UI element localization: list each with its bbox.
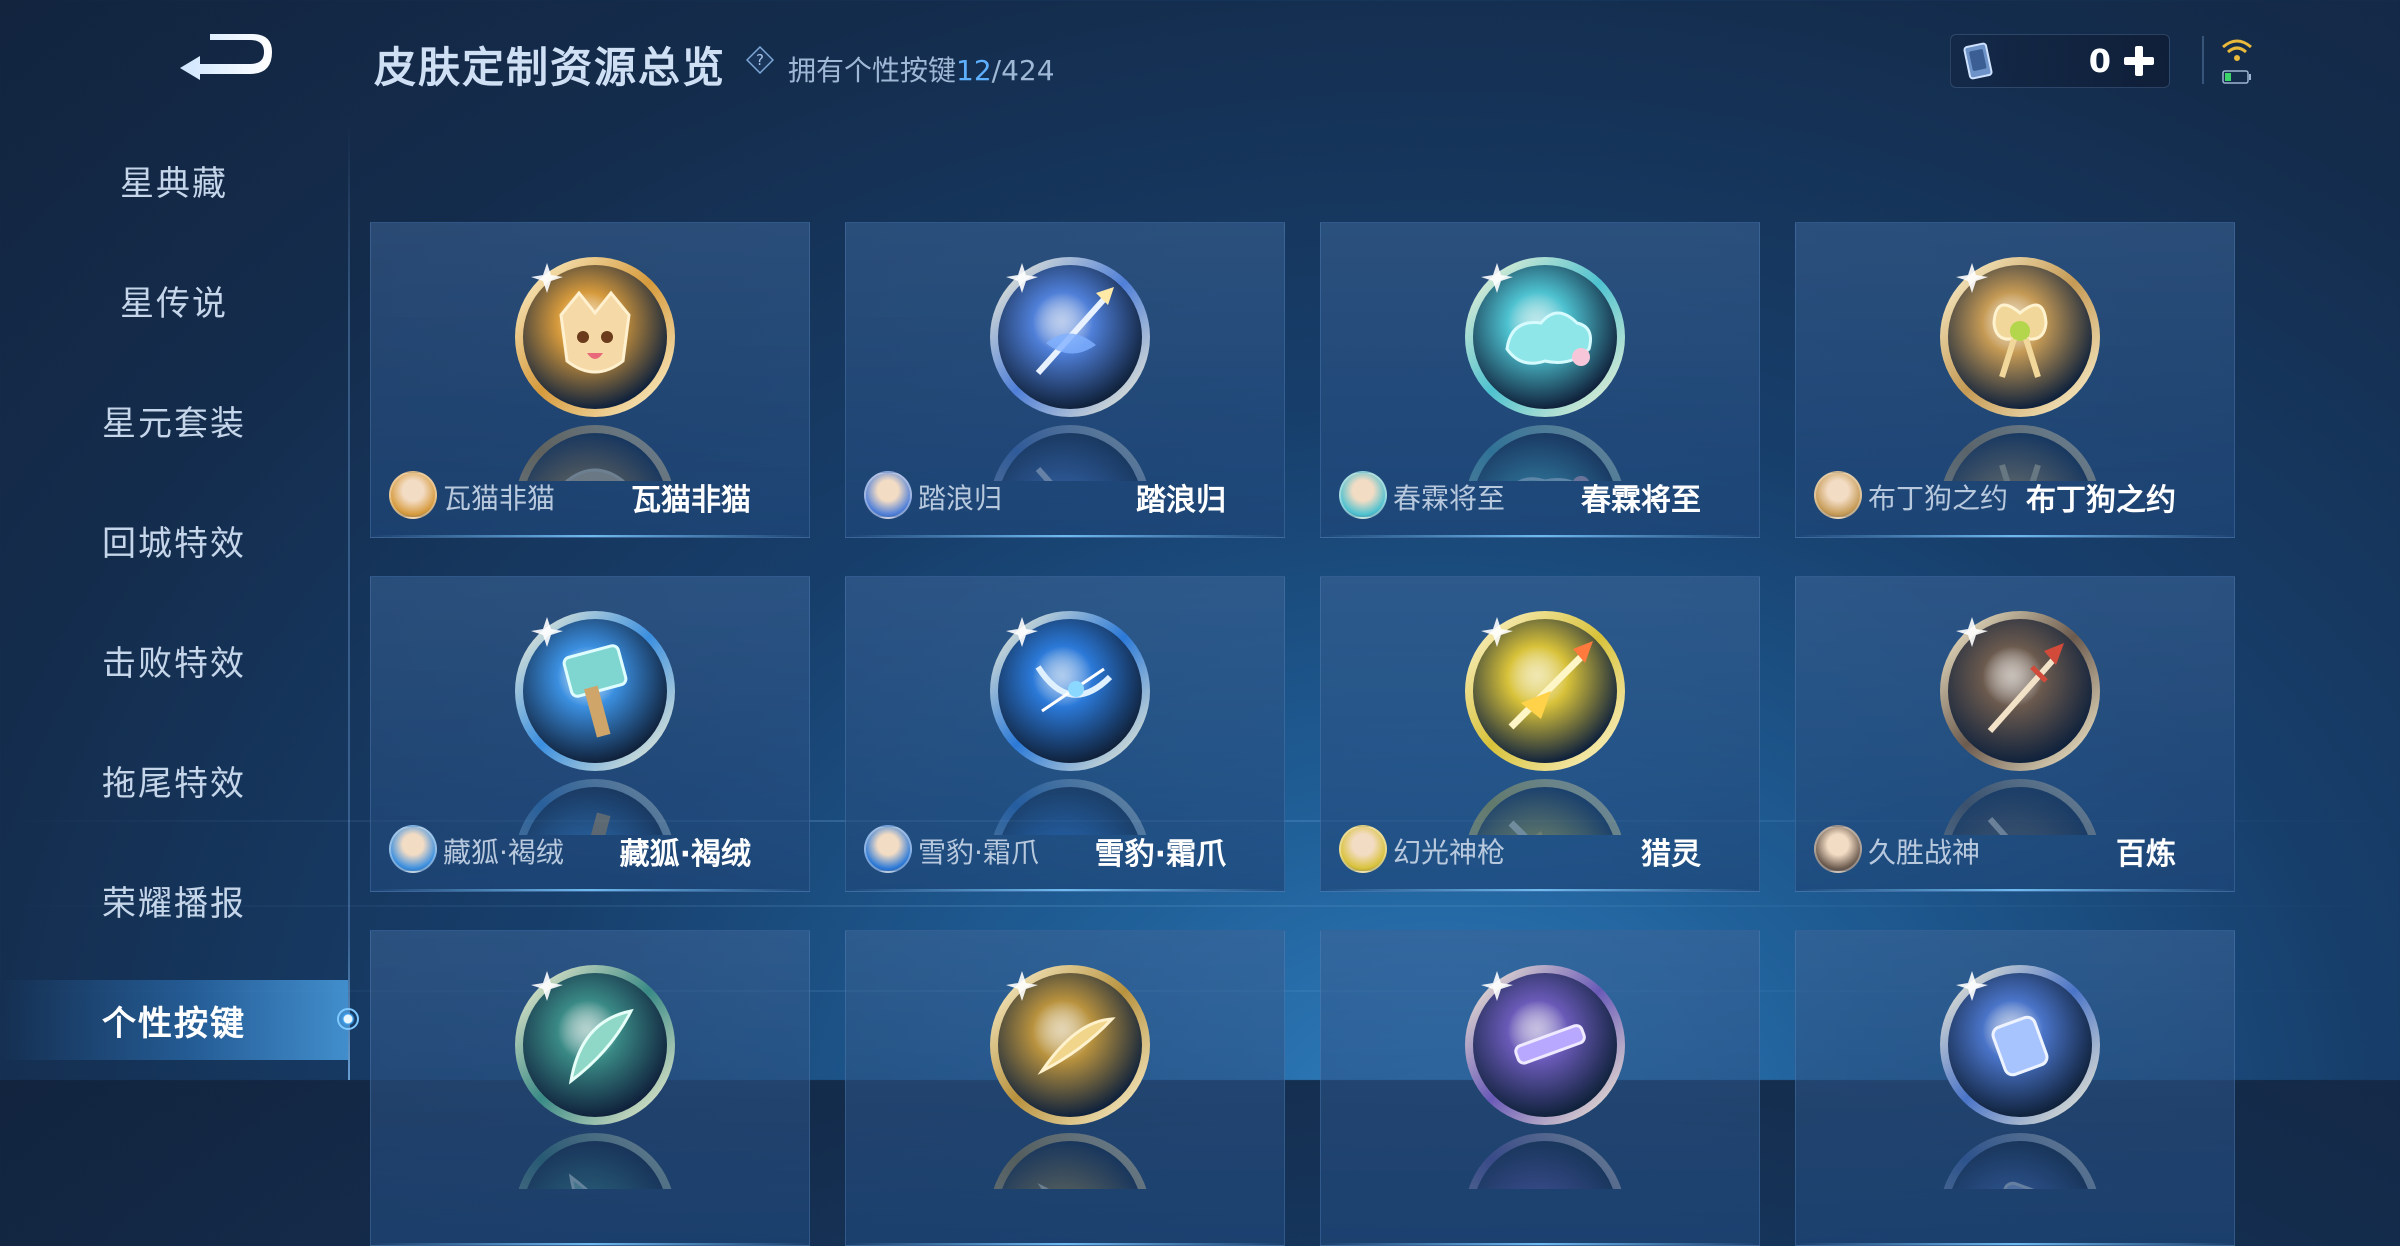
skin-button-card[interactable]: 雪豹·霜爪 雪豹·霜爪 bbox=[845, 576, 1285, 892]
owned-count: 12 bbox=[956, 54, 992, 87]
status-separator bbox=[2202, 36, 2204, 84]
add-currency-icon[interactable] bbox=[2119, 41, 2159, 81]
skin-button-card[interactable]: 瓦猫非猫 瓦猫非猫 bbox=[370, 222, 810, 538]
sidebar-item-star-legend[interactable]: 星传说 bbox=[0, 260, 348, 340]
wave-spear-icon bbox=[990, 257, 1150, 417]
sidebar-item-label: 回城特效 bbox=[102, 523, 246, 564]
emblem-reflection bbox=[1465, 425, 1625, 481]
sidebar-item-recall-effect[interactable]: 回城特效 bbox=[0, 500, 348, 580]
hero-avatar bbox=[864, 825, 912, 873]
button-name: 雪豹·霜爪 bbox=[1094, 837, 1226, 872]
hero-skin-name: 布丁狗之约 bbox=[1868, 482, 2009, 515]
skin-button-card[interactable] bbox=[1795, 930, 2235, 1246]
emblem-reflection bbox=[515, 1133, 675, 1189]
war-trident-icon bbox=[1940, 611, 2100, 771]
emblem-reflection bbox=[990, 1133, 1150, 1189]
ice-bow-icon bbox=[990, 611, 1150, 771]
sidebar-item-label: 击败特效 bbox=[102, 643, 246, 684]
golden-cat-mask-icon bbox=[515, 257, 675, 417]
emblem-reflection bbox=[1465, 779, 1625, 835]
teal-blade-icon bbox=[515, 965, 675, 1125]
sidebar-item-label: 荣耀播报 bbox=[102, 883, 246, 924]
sidebar-item-custom-buttons[interactable]: 个性按键 bbox=[0, 980, 348, 1060]
sidebar-item-trail-effect[interactable]: 拖尾特效 bbox=[0, 740, 348, 820]
button-name: 百炼 bbox=[2116, 837, 2176, 872]
emblem-reflection bbox=[515, 779, 675, 835]
emblem-reflection bbox=[990, 425, 1150, 481]
sidebar-item-label: 星元套装 bbox=[102, 403, 246, 444]
hero-skin-name: 春霖将至 bbox=[1393, 482, 1506, 515]
hero-avatar bbox=[1339, 471, 1387, 519]
active-indicator bbox=[337, 1008, 359, 1030]
voucher-card-icon bbox=[1963, 42, 1993, 80]
sidebar-item-label: 星传说 bbox=[120, 283, 228, 324]
skin-button-card[interactable] bbox=[370, 930, 810, 1246]
button-name: 春霖将至 bbox=[1581, 483, 1701, 518]
skin-button-card[interactable] bbox=[845, 930, 1285, 1246]
emblem-reflection bbox=[1940, 1133, 2100, 1189]
hero-skin-name: 久胜战神 bbox=[1868, 836, 1981, 869]
help-icon[interactable]: ? bbox=[746, 46, 774, 74]
sidebar-item-star-collection[interactable]: 星典藏 bbox=[0, 140, 348, 220]
sidebar-item-star-suit[interactable]: 星元套装 bbox=[0, 380, 348, 460]
light-spear-icon bbox=[1465, 611, 1625, 771]
golden-saber-icon bbox=[990, 965, 1150, 1125]
skin-button-card[interactable]: 布丁狗之约 布丁狗之约 bbox=[1795, 222, 2235, 538]
emblem-reflection bbox=[990, 779, 1150, 835]
sidebar-item-label: 星典藏 bbox=[120, 163, 228, 204]
owned-label: 拥有个性按键 bbox=[788, 54, 957, 87]
hero-avatar bbox=[389, 471, 437, 519]
emblem-reflection bbox=[515, 425, 675, 481]
emblem-reflection bbox=[1940, 779, 2100, 835]
owned-total: /424 bbox=[991, 54, 1055, 87]
category-sidebar: 星典藏 星传说 星元套装 回城特效 击败特效 拖尾特效 荣耀播报 个性按键 bbox=[0, 0, 348, 1080]
violet-gun-icon bbox=[1465, 965, 1625, 1125]
jade-cloud-icon bbox=[1465, 257, 1625, 417]
hero-skin-name: 踏浪归 bbox=[918, 482, 1003, 515]
button-name: 藏狐·褐绒 bbox=[619, 837, 751, 872]
skin-button-card[interactable]: 藏狐·褐绒 藏狐·褐绒 bbox=[370, 576, 810, 892]
ribbon-bow-icon bbox=[1940, 257, 2100, 417]
hero-skin-name: 雪豹·霜爪 bbox=[918, 836, 1039, 869]
hero-avatar bbox=[1814, 825, 1862, 873]
skin-button-card[interactable]: 踏浪归 踏浪归 bbox=[845, 222, 1285, 538]
owned-count-text: 拥有个性按键12/424 bbox=[788, 49, 1055, 89]
hero-avatar bbox=[864, 471, 912, 519]
battery-icon bbox=[2222, 70, 2251, 84]
hero-avatar bbox=[1814, 471, 1862, 519]
hero-avatar bbox=[1339, 825, 1387, 873]
mech-gauntlet-icon bbox=[1940, 965, 2100, 1125]
button-name: 猎灵 bbox=[1641, 837, 1701, 872]
currency-value: 0 bbox=[2088, 42, 2111, 80]
wifi-icon bbox=[2222, 39, 2252, 61]
emblem-reflection bbox=[1465, 1133, 1625, 1189]
button-name: 踏浪归 bbox=[1136, 483, 1226, 518]
sidebar-item-kill-effect[interactable]: 击败特效 bbox=[0, 620, 348, 700]
skin-button-card[interactable]: 幻光神枪 猎灵 bbox=[1320, 576, 1760, 892]
hero-skin-name: 藏狐·褐绒 bbox=[443, 836, 564, 869]
svg-text:?: ? bbox=[756, 51, 764, 69]
sidebar-divider bbox=[348, 120, 350, 1080]
hero-skin-name: 瓦猫非猫 bbox=[443, 482, 556, 515]
jade-hammer-icon bbox=[515, 611, 675, 771]
skin-button-card[interactable]: 久胜战神 百炼 bbox=[1795, 576, 2235, 892]
button-name: 瓦猫非猫 bbox=[631, 483, 751, 518]
sidebar-item-glory-broadcast[interactable]: 荣耀播报 bbox=[0, 860, 348, 940]
skin-button-card[interactable]: 春霖将至 春霖将至 bbox=[1320, 222, 1760, 538]
hero-skin-name: 幻光神枪 bbox=[1393, 836, 1506, 869]
currency-counter: 0 bbox=[1950, 34, 2170, 88]
button-name: 布丁狗之约 bbox=[2026, 483, 2176, 518]
skin-button-card[interactable] bbox=[1320, 930, 1760, 1246]
sidebar-item-label: 个性按键 bbox=[102, 1003, 246, 1044]
emblem-reflection bbox=[1940, 425, 2100, 481]
hero-avatar bbox=[389, 825, 437, 873]
sidebar-item-label: 拖尾特效 bbox=[102, 763, 246, 804]
page-title: 皮肤定制资源总览 bbox=[374, 43, 727, 92]
